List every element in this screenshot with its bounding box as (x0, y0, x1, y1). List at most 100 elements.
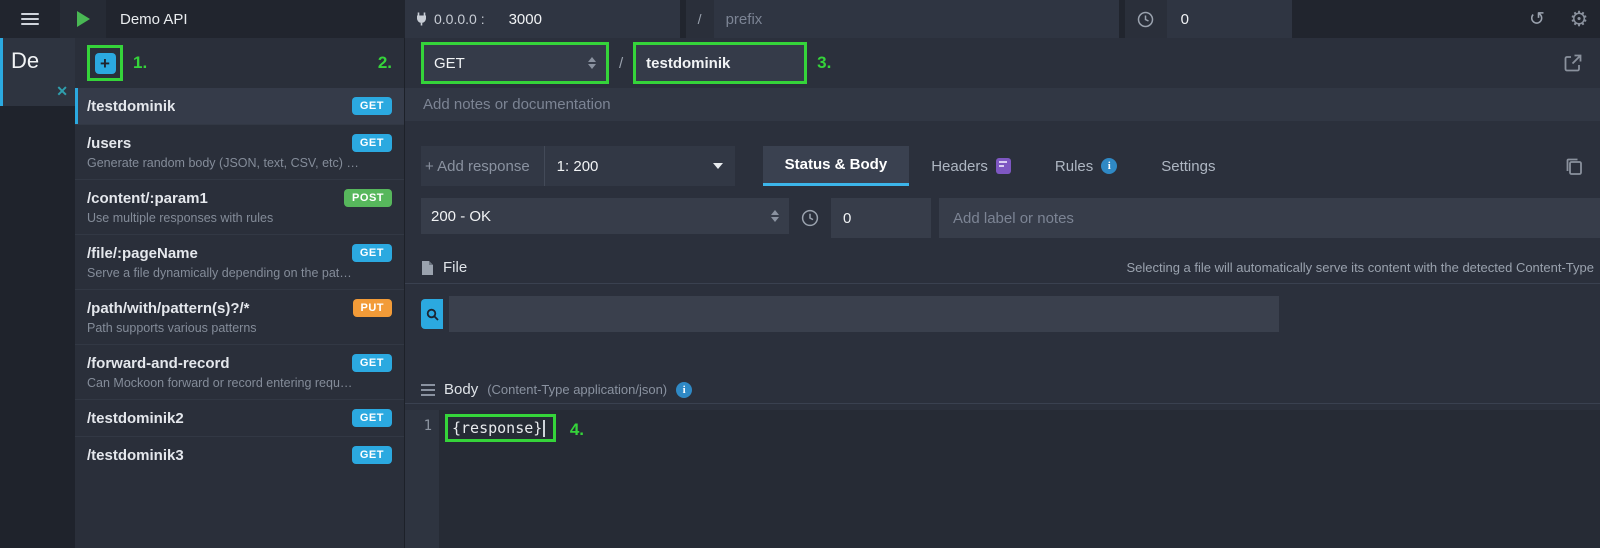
route-notes-row (405, 88, 1600, 121)
route-path: /forward-and-record (87, 355, 230, 372)
method-select-value: GET (434, 55, 465, 72)
status-code-select[interactable]: 200 - OK (421, 198, 789, 234)
routes-panel: + 1. 2. /testdominik GET /users GET (75, 38, 405, 548)
annotation-step-3: 3. (817, 53, 831, 73)
info-icon: i (1101, 158, 1117, 174)
route-description: Path supports various patterns (87, 321, 392, 335)
history-icon[interactable]: ↺ (1516, 0, 1558, 38)
chevron-down-icon (713, 163, 723, 169)
gear-icon[interactable]: ⚙ (1558, 0, 1600, 38)
annotation-step-1: 1. (133, 53, 147, 73)
route-path: /users (87, 135, 131, 152)
annotation-box-4: {response} (445, 414, 556, 442)
response-selector[interactable]: 1: 200 (545, 146, 735, 186)
file-input-row (405, 296, 1600, 332)
close-environment-icon[interactable]: ✕ (56, 83, 68, 100)
environment-tab-demo-api[interactable]: De ✕ (0, 38, 75, 106)
method-badge: GET (352, 97, 392, 115)
response-tabs-row: + Add response 1: 200 Status & Body Head… (405, 146, 1600, 186)
route-path: /file/:pageName (87, 245, 198, 262)
route-description: Generate random body (JSON, text, CSV, e… (87, 156, 392, 170)
open-in-browser-icon[interactable] (1562, 52, 1584, 74)
route-method-row: GET / 3. (405, 38, 1600, 88)
file-icon (421, 260, 434, 276)
copy-icon[interactable] (1564, 146, 1584, 186)
status-code-value: 200 - OK (431, 208, 491, 225)
method-badge: GET (352, 244, 392, 262)
route-item-path-patterns[interactable]: /path/with/pattern(s)?/* PUT Path suppor… (75, 289, 404, 344)
route-item-file-pagename[interactable]: /file/:pageName GET Serve a file dynamic… (75, 234, 404, 289)
route-item-testdominik3[interactable]: /testdominik3 GET (75, 436, 404, 473)
environment-title: Demo API (120, 11, 188, 28)
file-section-header: File Selecting a file will automatically… (405, 252, 1600, 284)
route-item-forward-and-record[interactable]: /forward-and-record GET Can Mockoon forw… (75, 344, 404, 399)
content-area: De ✕ + 1. 2. /testdominik GET (0, 38, 1600, 548)
annotation-box-1: + (87, 45, 123, 81)
prefix-input[interactable] (714, 0, 1119, 38)
tab-settings[interactable]: Settings (1139, 146, 1237, 186)
start-server-button[interactable] (60, 0, 106, 38)
browse-file-button[interactable] (421, 299, 443, 329)
add-route-button[interactable]: + (95, 53, 116, 74)
annotation-step-4: 4. (570, 420, 584, 440)
response-status-row: 200 - OK (405, 198, 1600, 238)
latency-clock-segment (1125, 0, 1167, 38)
file-hint-text: Selecting a file will automatically serv… (1126, 260, 1594, 275)
response-label-input[interactable] (939, 198, 1600, 238)
spacer (735, 146, 763, 186)
text-cursor (543, 420, 545, 437)
method-badge: GET (352, 354, 392, 372)
clock-icon (1137, 11, 1154, 28)
align-lines-icon (421, 384, 435, 396)
environment-latency-input[interactable] (1167, 0, 1292, 38)
info-icon: i (676, 382, 692, 398)
response-latency-input[interactable] (831, 198, 931, 238)
content-type-label: (Content-Type application/json) (487, 382, 667, 397)
play-icon (77, 11, 90, 27)
file-section-label: File (443, 259, 467, 276)
route-path: /testdominik2 (87, 410, 184, 427)
routes-list: /testdominik GET /users GET Generate ran… (75, 88, 404, 548)
body-code-text: {response} (452, 419, 542, 437)
method-badge: GET (352, 134, 392, 152)
path-separator: / (619, 55, 623, 72)
file-path-input[interactable] (449, 296, 1279, 332)
add-response-button[interactable]: + Add response (421, 146, 545, 186)
route-item-content-param1[interactable]: /content/:param1 POST Use multiple respo… (75, 179, 404, 234)
environments-sidebar: De ✕ (0, 38, 75, 548)
route-path-input[interactable] (636, 45, 804, 81)
topbar-right: 0.0.0.0 : / ↺ ⚙ (405, 0, 1600, 38)
annotation-box-3 (633, 42, 807, 84)
line-number: 1 (424, 418, 432, 434)
body-code-editor[interactable]: 1 {response} 4. (405, 410, 1600, 548)
top-toolbar: Demo API 0.0.0.0 : / ↺ ⚙ (0, 0, 1600, 38)
route-item-users[interactable]: /users GET Generate random body (JSON, t… (75, 124, 404, 179)
annotation-step-2: 2. (378, 53, 392, 73)
select-arrows-icon (588, 57, 596, 69)
route-documentation-input[interactable] (405, 96, 1600, 113)
port-input[interactable] (495, 0, 680, 38)
route-item-testdominik[interactable]: /testdominik GET (75, 88, 404, 124)
route-path: /testdominik3 (87, 447, 184, 464)
route-path: /path/with/pattern(s)?/* (87, 300, 250, 317)
tab-status-and-body[interactable]: Status & Body (763, 146, 910, 186)
method-badge: POST (344, 189, 392, 207)
method-badge: GET (352, 446, 392, 464)
annotation-box-2: GET (421, 42, 609, 84)
select-arrows-icon (771, 210, 779, 222)
host-segment: 0.0.0.0 : (405, 0, 495, 38)
body-section-label: Body (444, 381, 478, 398)
tab-label: Settings (1161, 158, 1215, 175)
route-description: Serve a file dynamically depending on th… (87, 266, 392, 280)
tab-label: Rules (1055, 158, 1093, 175)
menu-icon[interactable] (0, 0, 60, 38)
editor-code-area[interactable]: {response} 4. (439, 410, 1600, 548)
method-select[interactable]: GET (424, 45, 606, 81)
response-selector-value: 1: 200 (557, 158, 599, 175)
body-section-header: Body (Content-Type application/json) i (405, 376, 1600, 404)
response-latency-clock (797, 198, 823, 238)
path-separator: / (686, 0, 714, 38)
route-item-testdominik2[interactable]: /testdominik2 GET (75, 399, 404, 436)
tab-rules[interactable]: Rules i (1033, 146, 1139, 186)
tab-headers[interactable]: Headers (909, 146, 1033, 186)
